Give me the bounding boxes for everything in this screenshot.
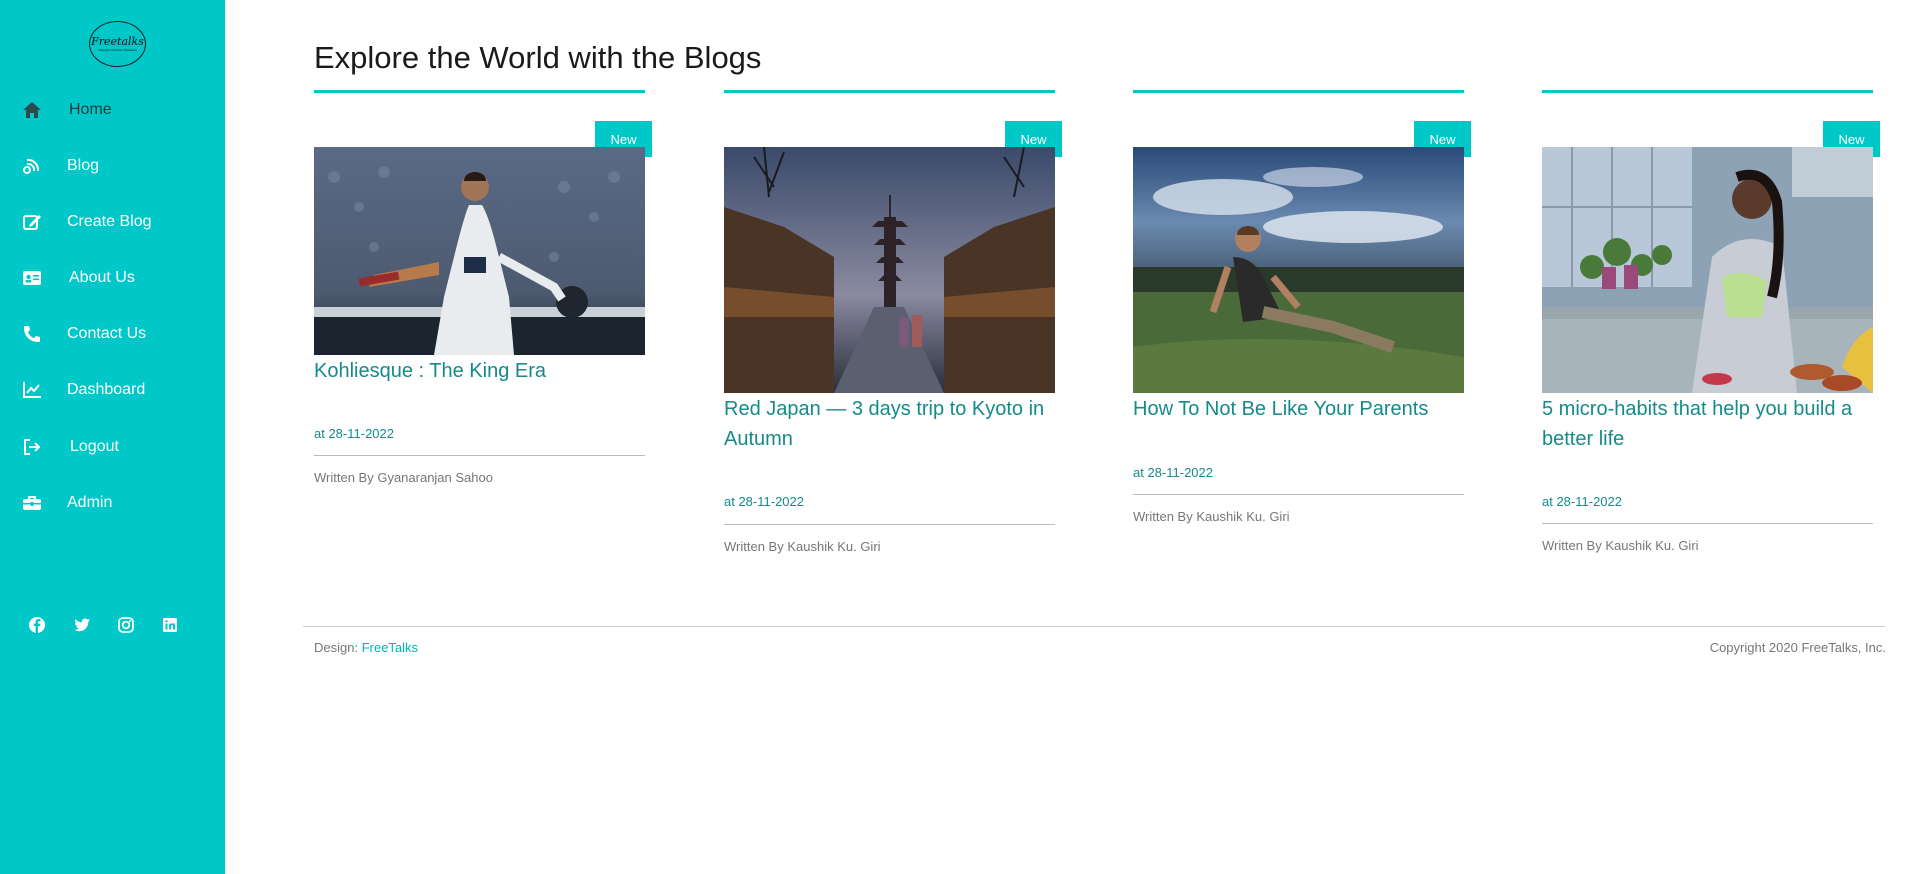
card-author: Written By Kaushik Ku. Giri — [724, 539, 881, 554]
card-divider — [724, 524, 1055, 525]
card-image[interactable] — [314, 147, 645, 355]
card-divider — [314, 455, 645, 456]
card-divider — [1133, 494, 1464, 495]
footer-design-link[interactable]: FreeTalks — [362, 640, 418, 655]
card-accent-bar — [724, 90, 1055, 93]
logout-icon — [24, 439, 41, 455]
home-icon — [23, 102, 41, 118]
sidebar-item-label: Logout — [70, 438, 119, 455]
sidebar-item-logout[interactable]: Logout — [0, 427, 225, 467]
card-image[interactable] — [1133, 147, 1464, 393]
footer-design: Design: FreeTalks — [314, 640, 418, 655]
brand-name: Freetalks — [91, 35, 144, 48]
edit-icon — [23, 215, 41, 230]
sidebar-item-create-blog[interactable]: Create Blog — [0, 202, 225, 242]
phone-icon — [24, 326, 40, 342]
card-title[interactable]: Kohliesque : The King Era — [314, 356, 645, 386]
card-accent-bar — [314, 90, 645, 93]
card-divider — [1542, 523, 1873, 524]
card-title[interactable]: Red Japan — 3 days trip to Kyoto in Autu… — [724, 394, 1055, 454]
sidebar-item-label: Create Blog — [67, 213, 152, 230]
instagram-icon[interactable] — [117, 616, 135, 634]
brand-tagline: Thoughts that ll be Published — [98, 48, 137, 52]
sidebar-item-about-us[interactable]: About Us — [0, 258, 225, 298]
card-date: at 28-11-2022 — [1133, 465, 1213, 480]
blog-icon — [23, 158, 40, 174]
sidebar-item-label: About Us — [69, 269, 135, 286]
card-date: at 28-11-2022 — [724, 494, 804, 509]
card-accent-bar — [1133, 90, 1464, 93]
card-title[interactable]: 5 micro-habits that help you build a bet… — [1542, 394, 1873, 454]
linkedin-icon[interactable] — [161, 616, 179, 634]
sidebar-item-contact-us[interactable]: Contact Us — [0, 314, 225, 354]
brand-logo[interactable]: Freetalks Thoughts that ll be Published — [89, 21, 146, 67]
card-image[interactable] — [1542, 147, 1873, 393]
card-accent-bar — [1542, 90, 1873, 93]
sidebar-item-label: Dashboard — [67, 381, 146, 398]
sidebar-item-label: Contact Us — [67, 325, 147, 342]
footer-copyright: Copyright 2020 FreeTalks, Inc. — [1709, 640, 1886, 655]
id-card-icon — [23, 271, 41, 285]
main-content: Explore the World with the Blogs New Koh… — [225, 0, 1920, 874]
card-title[interactable]: How To Not Be Like Your Parents — [1133, 394, 1464, 424]
sidebar-item-blog[interactable]: Blog — [0, 146, 225, 186]
toolbox-icon — [23, 496, 41, 510]
card-author: Written By Kaushik Ku. Giri — [1542, 538, 1699, 553]
twitter-icon[interactable] — [73, 616, 91, 634]
sidebar-item-admin[interactable]: Admin — [0, 483, 225, 523]
facebook-icon[interactable] — [28, 616, 46, 634]
sidebar-item-label: Admin — [67, 494, 113, 511]
card-author: Written By Gyanaranjan Sahoo — [314, 470, 493, 485]
sidebar-item-home[interactable]: Home — [0, 90, 225, 130]
card-date: at 28-11-2022 — [1542, 494, 1622, 509]
chart-line-icon — [23, 382, 41, 398]
footer-divider — [303, 626, 1885, 627]
card-author: Written By Kaushik Ku. Giri — [1133, 509, 1290, 524]
sidebar: Freetalks Thoughts that ll be Published … — [0, 0, 225, 874]
card-image[interactable] — [724, 147, 1055, 393]
sidebar-item-label: Blog — [67, 157, 100, 174]
sidebar-item-label: Home — [69, 101, 112, 118]
card-date: at 28-11-2022 — [314, 426, 394, 441]
sidebar-item-dashboard[interactable]: Dashboard — [0, 370, 225, 410]
footer-design-label: Design: — [314, 640, 362, 655]
page-title: Explore the World with the Blogs — [314, 40, 762, 75]
